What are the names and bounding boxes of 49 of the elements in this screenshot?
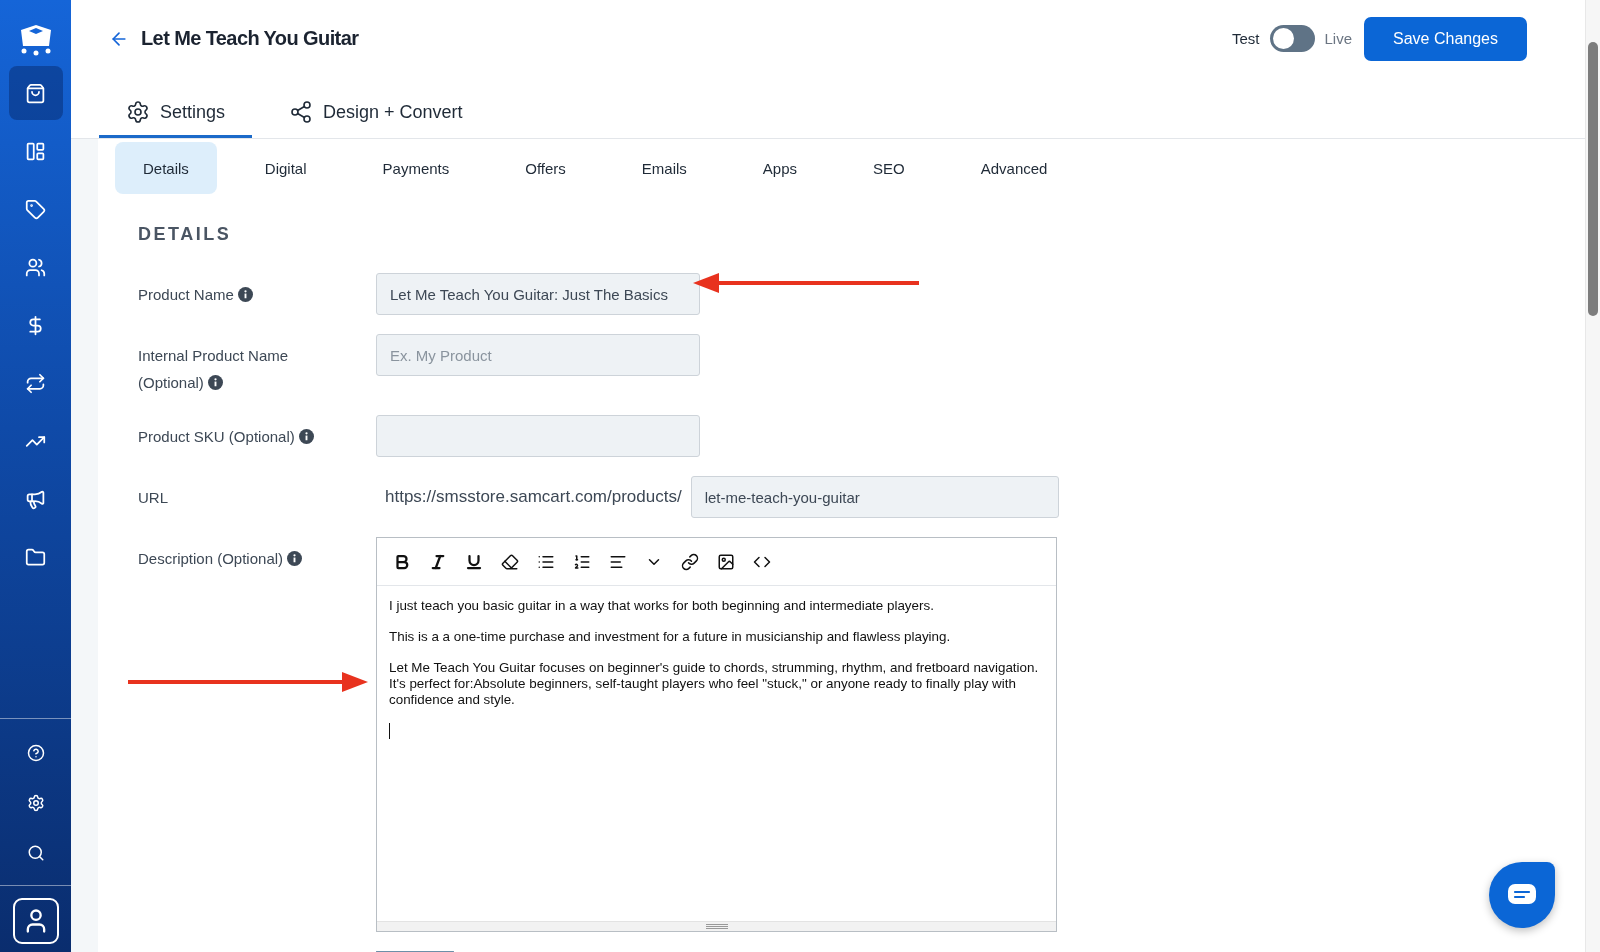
- settings-icon: [126, 100, 150, 124]
- section-title: DETAILS: [138, 224, 233, 245]
- sub-tab[interactable]: Offers: [497, 142, 594, 194]
- info-icon: [237, 287, 253, 302]
- text-field[interactable]: Ex. My Product: [376, 334, 700, 376]
- main-tab[interactable]: Design + Convert: [262, 89, 490, 138]
- field-label: Internal Product Name (Optional): [138, 346, 290, 393]
- mode-label: Test: [1232, 30, 1260, 47]
- chat-icon: [1508, 884, 1536, 906]
- mode-toggle[interactable]: [1269, 25, 1315, 52]
- share-icon: [289, 100, 314, 124]
- underline-icon[interactable]: [465, 552, 483, 571]
- field-label: Product Name: [138, 281, 253, 308]
- italic-icon[interactable]: [429, 552, 447, 571]
- sub-tab[interactable]: Emails: [613, 142, 715, 194]
- sub-tab[interactable]: Apps: [734, 142, 826, 194]
- image-icon[interactable]: [717, 552, 735, 571]
- text-field[interactable]: Let Me Teach You Guitar: Just The Basics: [376, 273, 700, 315]
- field-label: URL: [138, 488, 168, 508]
- text-cursor: [389, 723, 390, 739]
- link-icon[interactable]: [681, 552, 699, 571]
- info-icon: [287, 551, 303, 566]
- sub-tab[interactable]: Payments: [354, 142, 478, 194]
- scrollbar[interactable]: [1585, 0, 1600, 952]
- chat-button[interactable]: [1489, 862, 1555, 928]
- numbered-list-icon[interactable]: [573, 552, 591, 571]
- description-paragraph: Let Me Teach You Guitar focuses on beginner's guide to chords, strumming, rhythm, and fretboard navigation. It's perfect for:Absolute beginners, self-taught players who feel "stuck," or anyone ready to finally play with confidence and style.: [389, 660, 1040, 708]
- save-button[interactable]: Save Changes: [1364, 16, 1527, 61]
- user-icon[interactable]: [12, 898, 59, 944]
- info-icon: [207, 375, 223, 390]
- sub-tab[interactable]: Advanced: [952, 142, 1076, 194]
- rich-text-editor[interactable]: [376, 537, 1057, 932]
- text-field[interactable]: [376, 415, 700, 457]
- field-label: Product SKU (Optional): [138, 423, 314, 450]
- mode-label: Live: [1324, 30, 1353, 47]
- slug-field[interactable]: let-me-teach-you-guitar: [690, 476, 1059, 518]
- bag-icon[interactable]: [8, 66, 63, 120]
- resize-grip-icon[interactable]: [705, 924, 728, 929]
- url-prefix: https://smsstore.samcart.com/products/: [384, 486, 683, 508]
- bold-icon[interactable]: [393, 552, 411, 571]
- info-icon: [298, 429, 314, 444]
- description-paragraph: This is a a one-time purchase and investment for a future in musicianship and flawless playing.: [389, 629, 952, 645]
- sub-tab[interactable]: SEO: [845, 142, 933, 194]
- field-label: Description (Optional): [138, 545, 303, 572]
- sub-tab[interactable]: Details: [115, 142, 217, 194]
- page-title: Let Me Teach You Guitar: [141, 27, 359, 50]
- eraser-icon[interactable]: [501, 552, 519, 571]
- sub-tab[interactable]: Digital: [236, 142, 335, 194]
- description-paragraph: I just teach you basic guitar in a way that works for both beginning and intermediate players.: [389, 598, 935, 614]
